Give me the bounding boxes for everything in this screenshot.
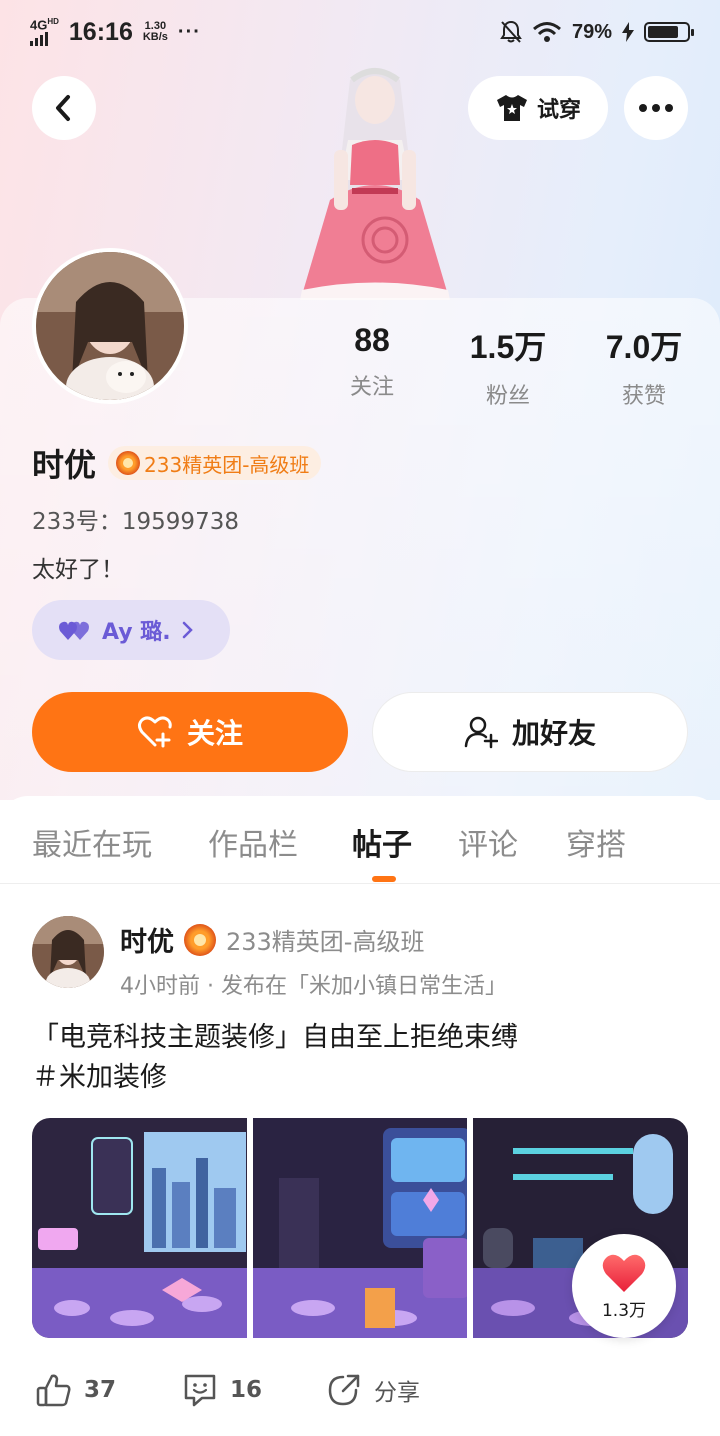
tshirt-icon (496, 95, 527, 121)
post-author-badge: 233精英团-高级班 (226, 928, 425, 956)
status-bar: 4GHD 16:16 1.30 KB/s ··· 79% (0, 0, 720, 64)
badge-label: 233精英团-高级班 (144, 452, 310, 477)
back-button[interactable] (32, 76, 96, 140)
like-bubble-count: 1.3万 (601, 1300, 647, 1321)
like-button[interactable]: 37 (36, 1372, 116, 1408)
relation-pill[interactable]: Ay 璐. (32, 600, 230, 660)
stat-followers[interactable]: 1.5万 粉丝 (443, 322, 573, 410)
tab-works[interactable]: 作品栏 (208, 820, 298, 864)
wifi-icon (533, 22, 561, 42)
avatar[interactable] (32, 248, 188, 404)
double-heart-icon (59, 621, 89, 640)
stat-label: 粉丝 (485, 384, 530, 409)
post-text-line: 「电竞科技主题装修」自由至上拒绝束缚 (32, 1022, 518, 1053)
more-options-button[interactable] (624, 76, 688, 140)
share-button[interactable]: 分享 (326, 1372, 420, 1408)
name-row: 时优 233精英团-高级班 (32, 440, 322, 486)
chevron-left-icon (56, 95, 70, 121)
network-type: 4GHD (30, 17, 59, 33)
post-hashtag[interactable]: ＃米加装修 (32, 1058, 692, 1098)
thumbs-up-icon (36, 1374, 71, 1407)
status-more-icon: ··· (177, 20, 201, 43)
tab-posts[interactable]: 帖子 (352, 820, 412, 864)
medal-icon (184, 923, 216, 956)
follow-label: 关注 (186, 717, 243, 750)
membership-badge[interactable]: 233精英团-高级班 (108, 446, 322, 480)
stat-label: 关注 (349, 375, 394, 400)
user-id: 233号：19599738 (32, 509, 239, 535)
post-avatar-photo (32, 916, 104, 988)
medal-icon (116, 451, 141, 475)
post-image[interactable] (252, 1118, 468, 1338)
post-author-row: 时优 233精英团-高级班 (120, 920, 424, 959)
stat-value: 7.0万 (605, 329, 683, 365)
battery-percent: 79% (571, 20, 612, 43)
share-icon (328, 1374, 360, 1406)
content-panel: 最近在玩 作品栏 帖子 评论 穿搭 (0, 796, 720, 1436)
profile-tabs: 最近在玩 作品栏 帖子 评论 穿搭 (0, 796, 720, 884)
charging-icon (622, 22, 634, 42)
post-meta[interactable]: 4小时前 · 发布在「米加小镇日常生活」 (120, 968, 507, 1000)
add-friend-button[interactable]: 加好友 (372, 692, 688, 772)
silent-bell-icon (500, 20, 522, 43)
character-avatar-3d[interactable] (290, 60, 460, 305)
chevron-right-icon (182, 621, 193, 639)
comment-count: 16 (230, 1377, 263, 1403)
add-friend-label: 加好友 (511, 717, 596, 750)
avatar-photo (36, 252, 184, 400)
tab-recently-played[interactable]: 最近在玩 (32, 820, 152, 864)
try-on-label: 试穿 (536, 98, 581, 123)
active-tab-indicator (372, 876, 396, 882)
stat-label: 获赞 (621, 384, 666, 409)
post-author-name[interactable]: 时优 (120, 920, 174, 959)
more-dots-icon (639, 104, 673, 112)
relation-label: Ay 璐. (102, 620, 171, 645)
comment-button[interactable]: 16 (182, 1372, 262, 1408)
stat-likes[interactable]: 7.0万 获赞 (579, 322, 709, 410)
post-image[interactable] (32, 1118, 247, 1338)
heart-plus-icon (137, 716, 172, 748)
stat-value: 88 (354, 322, 390, 358)
follow-button[interactable]: 关注 (32, 692, 348, 772)
like-reaction-bubble[interactable]: 1.3万 (572, 1234, 676, 1338)
tab-outfits[interactable]: 穿搭 (566, 820, 626, 864)
stat-following[interactable]: 88 关注 (307, 322, 437, 401)
signal-icon (30, 31, 48, 46)
clock: 16:16 (68, 17, 133, 46)
battery-icon (644, 22, 694, 42)
comment-icon (184, 1374, 216, 1407)
stat-value: 1.5万 (469, 329, 547, 365)
post-content[interactable]: 「电竞科技主题装修」自由至上拒绝束缚 ＃米加装修 (32, 1018, 692, 1098)
tab-comments[interactable]: 评论 (458, 820, 518, 864)
post-actions: 37 16 分享 (32, 1366, 688, 1416)
user-bio: 太好了！ (32, 557, 124, 583)
share-label: 分享 (374, 1380, 420, 1406)
try-on-button[interactable]: 试穿 (468, 76, 608, 140)
heart-icon (602, 1254, 646, 1292)
network-speed: 1.30 KB/s (142, 20, 168, 43)
post-author-avatar[interactable] (32, 916, 104, 988)
like-count: 37 (84, 1377, 117, 1403)
user-name: 时优 (32, 446, 97, 484)
add-user-icon (464, 716, 498, 749)
